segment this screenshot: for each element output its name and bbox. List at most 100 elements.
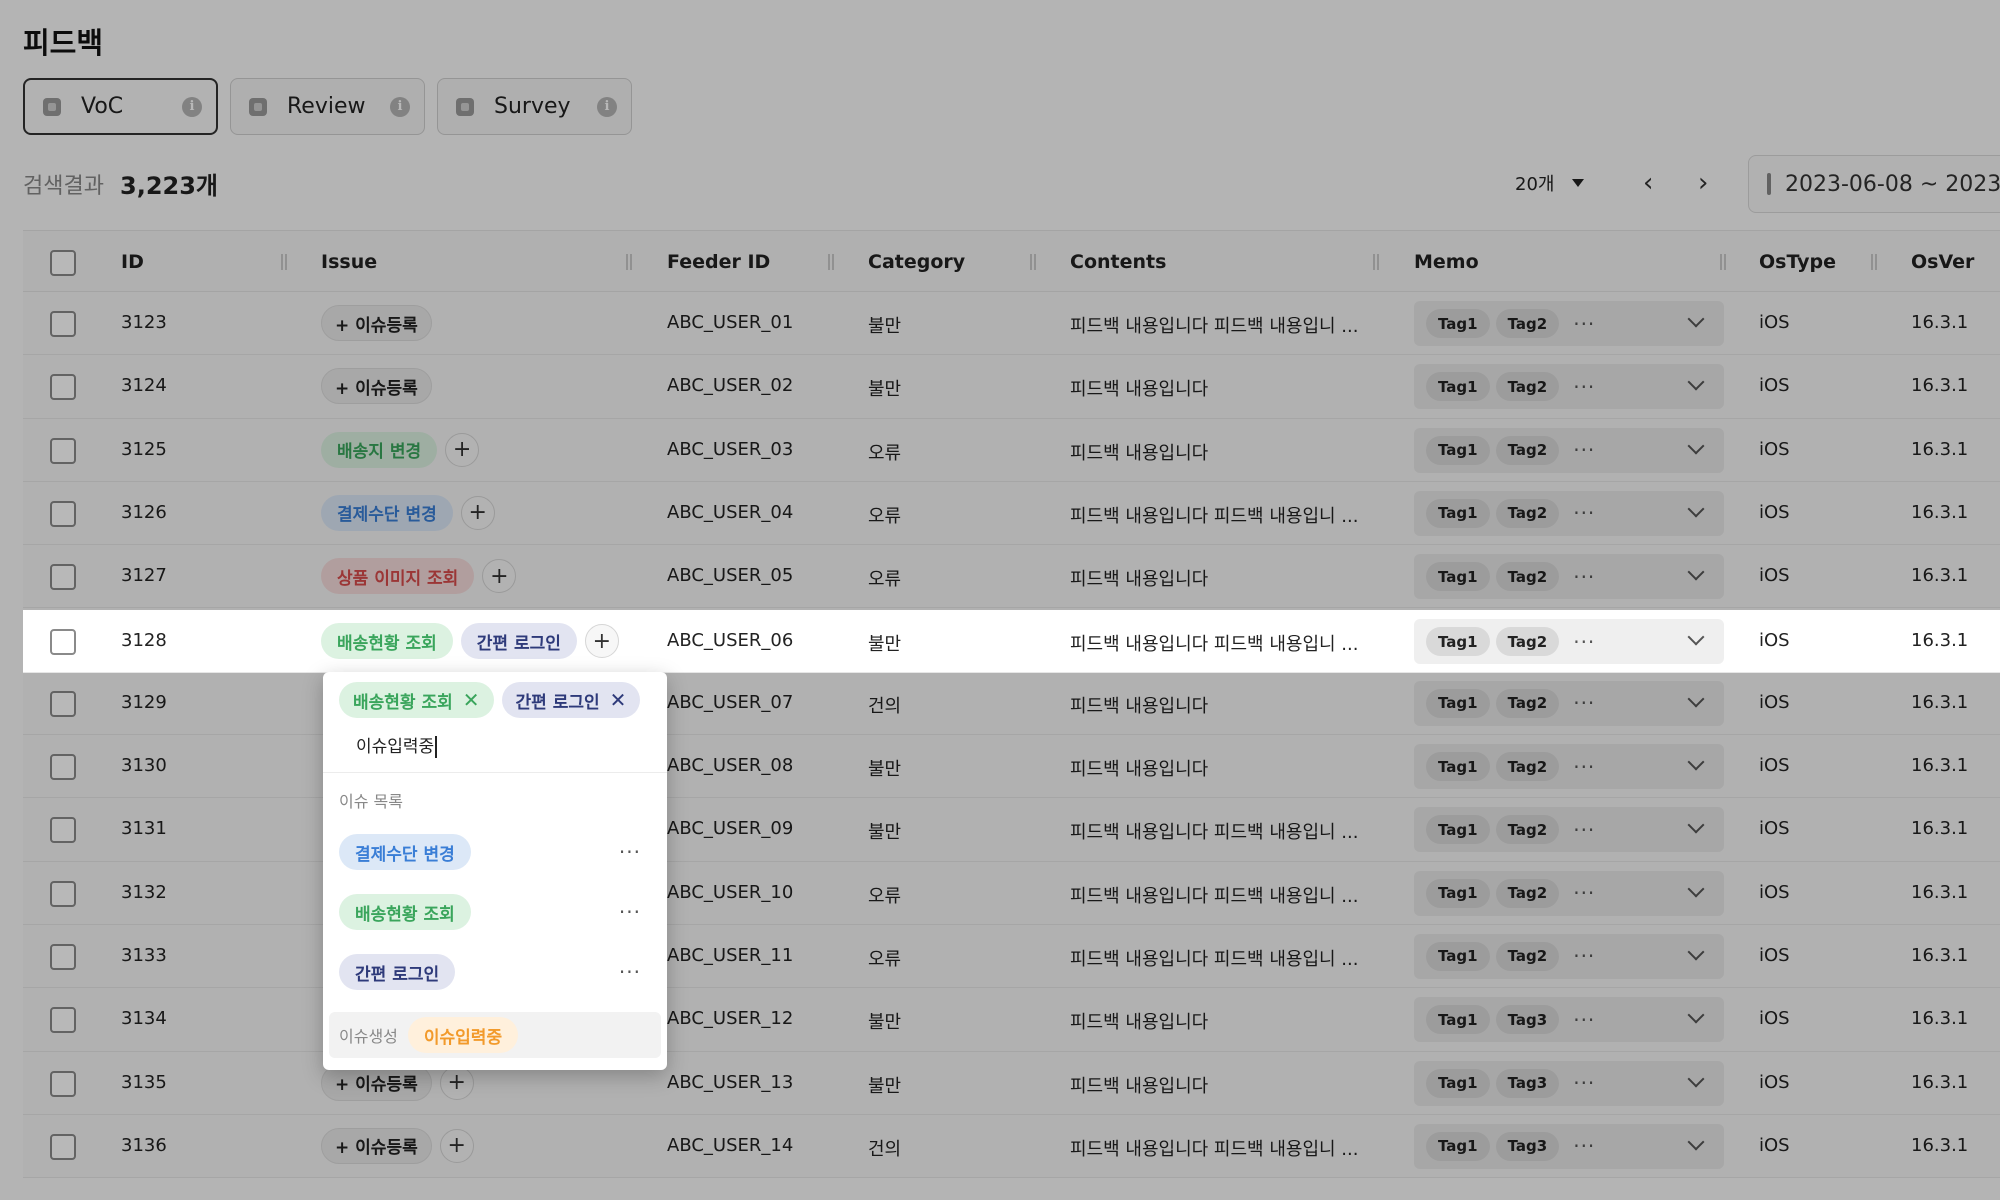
chevron-left-icon[interactable]: ‹ bbox=[1643, 168, 1653, 198]
cell-contents[interactable]: 피드백 내용입니다 피드백 내용입니 ... bbox=[1070, 502, 1358, 528]
date-range-picker[interactable]: 2023-06-08 ~ 2023-06-15 bbox=[1748, 155, 2000, 213]
col-contents[interactable]: Contents bbox=[1070, 251, 1166, 273]
col-memo[interactable]: Memo bbox=[1414, 251, 1479, 273]
row-checkbox[interactable] bbox=[50, 690, 76, 717]
page-size-select[interactable]: 20개 bbox=[1515, 170, 1585, 196]
tab-voc[interactable]: VoC i bbox=[23, 78, 218, 135]
more-icon[interactable]: ··· bbox=[1573, 818, 1595, 842]
table-row[interactable]: 3127 상품 이미지 조회 + ABC_USER_05 오류 피드백 내용입니다 Tag1… bbox=[23, 545, 2000, 609]
more-icon[interactable]: ··· bbox=[1573, 375, 1595, 399]
row-checkbox[interactable] bbox=[50, 564, 76, 591]
table-row[interactable]: 3126 결제수단 변경 + ABC_USER_04 오류 피드백 내용입니다 피드백 내… bbox=[23, 481, 2000, 546]
memo-select[interactable]: Tag1 Tag2 ··· bbox=[1414, 301, 1724, 346]
memo-select[interactable]: Tag1 Tag2 ··· bbox=[1414, 364, 1724, 410]
tab-survey[interactable]: Survey i bbox=[437, 78, 632, 135]
memo-select[interactable]: Tag1 Tag2 ··· bbox=[1414, 807, 1724, 853]
row-checkbox[interactable] bbox=[50, 629, 76, 655]
cell-contents[interactable]: 피드백 내용입니다 피드백 내용입니 ... bbox=[1070, 312, 1358, 338]
row-checkbox[interactable] bbox=[50, 754, 76, 781]
more-icon[interactable]: ··· bbox=[1573, 438, 1595, 462]
select-all-checkbox[interactable] bbox=[50, 250, 76, 276]
chevron-down-icon[interactable] bbox=[1687, 1070, 1705, 1088]
row-checkbox[interactable] bbox=[50, 1070, 76, 1097]
row-checkbox[interactable] bbox=[50, 500, 76, 527]
cell-contents[interactable]: 피드백 내용입니다 피드백 내용입니 ... bbox=[1070, 1135, 1358, 1161]
col-osver[interactable]: OsVer bbox=[1911, 251, 1974, 273]
column-resize-handle[interactable] bbox=[1373, 254, 1379, 270]
cell-contents[interactable]: 피드백 내용입니다 bbox=[1070, 1072, 1208, 1098]
memo-select[interactable]: Tag1 Tag2 ··· bbox=[1414, 680, 1724, 726]
chevron-down-icon[interactable] bbox=[1687, 1006, 1705, 1024]
memo-select[interactable]: Tag1 Tag2 ··· bbox=[1414, 427, 1724, 473]
close-icon[interactable]: ✕ bbox=[610, 688, 627, 712]
col-id[interactable]: ID bbox=[121, 251, 144, 273]
more-icon[interactable]: ··· bbox=[1573, 630, 1595, 654]
issue-option-chip[interactable]: 배송현황 조회 bbox=[339, 894, 471, 930]
cell-contents[interactable]: 피드백 내용입니다 bbox=[1070, 439, 1208, 465]
memo-select[interactable]: Tag1 Tag2 ··· bbox=[1414, 870, 1724, 916]
memo-select[interactable]: Tag1 Tag2 ··· bbox=[1414, 744, 1724, 790]
more-icon[interactable]: ··· bbox=[1573, 755, 1595, 779]
table-row[interactable]: 3125 배송지 변경 + ABC_USER_03 오류 피드백 내용입니다 Tag1 Tag… bbox=[23, 418, 2000, 482]
add-issue-button[interactable]: + bbox=[445, 432, 480, 467]
issue-search-input[interactable]: 이슈입력중 bbox=[356, 732, 438, 758]
row-checkbox[interactable] bbox=[50, 437, 76, 464]
selected-issue-chip[interactable]: 간편 로그인 ✕ bbox=[501, 682, 641, 718]
column-resize-handle[interactable] bbox=[1720, 254, 1726, 270]
chevron-down-icon[interactable] bbox=[1687, 310, 1705, 328]
row-checkbox[interactable] bbox=[50, 374, 76, 401]
table-row[interactable]: 3131 ABC_USER_09 불만 피드백 내용입니다 피드백 내용입니 ... T… bbox=[23, 798, 2000, 862]
memo-select[interactable]: Tag1 Tag2 ··· bbox=[1414, 554, 1724, 600]
issue-option[interactable]: 결제수단 변경 ··· bbox=[339, 834, 651, 870]
column-resize-handle[interactable] bbox=[1030, 254, 1036, 270]
more-icon[interactable]: ··· bbox=[1573, 312, 1595, 336]
more-icon[interactable]: ··· bbox=[1573, 1008, 1595, 1032]
chevron-right-icon[interactable]: › bbox=[1698, 168, 1708, 198]
issue-chip[interactable]: 배송현황 조회 bbox=[321, 623, 453, 659]
add-issue-button[interactable]: + bbox=[482, 559, 517, 594]
issue-chip[interactable]: 간편 로그인 bbox=[460, 623, 577, 659]
more-icon[interactable]: ··· bbox=[619, 900, 641, 924]
memo-select[interactable]: Tag1 Tag3 ··· bbox=[1414, 1060, 1724, 1106]
selected-issue-chip[interactable]: 배송현황 조회 ✕ bbox=[339, 682, 494, 718]
col-feeder-id[interactable]: Feeder ID bbox=[667, 251, 770, 273]
more-icon[interactable]: ··· bbox=[1573, 691, 1595, 715]
more-icon[interactable]: ··· bbox=[1573, 881, 1595, 905]
chevron-down-icon[interactable] bbox=[1687, 753, 1705, 771]
memo-select[interactable]: Tag1 Tag2 ··· bbox=[1414, 490, 1724, 536]
more-icon[interactable]: ··· bbox=[1573, 944, 1595, 968]
table-row[interactable]: 3128 배송현황 조회 간편 로그인 + ABC_USER_06 불만 피드백 내용입니다… bbox=[23, 610, 2000, 673]
info-icon[interactable]: i bbox=[597, 96, 617, 117]
tab-review[interactable]: Review i bbox=[230, 78, 425, 135]
add-issue-button[interactable]: + bbox=[584, 624, 619, 658]
cell-contents[interactable]: 피드백 내용입니다 bbox=[1070, 692, 1208, 718]
issue-chip[interactable]: 결제수단 변경 bbox=[321, 494, 453, 531]
table-row[interactable]: 3129 ABC_USER_07 건의 피드백 내용입니다 Tag1 Tag2 ··· iOS… bbox=[23, 671, 2000, 736]
issue-chip[interactable]: 배송지 변경 bbox=[321, 431, 438, 468]
col-issue[interactable]: Issue bbox=[321, 251, 377, 273]
cell-contents[interactable]: 피드백 내용입니다 bbox=[1070, 1008, 1208, 1034]
issue-option-chip[interactable]: 결제수단 변경 bbox=[339, 834, 471, 870]
column-resize-handle[interactable] bbox=[626, 254, 632, 270]
cell-contents[interactable]: 피드백 내용입니다 bbox=[1070, 565, 1208, 591]
more-icon[interactable]: ··· bbox=[1573, 501, 1595, 525]
table-row[interactable]: 3130 ABC_USER_08 불만 피드백 내용입니다 Tag1 Tag2 ··· iOS… bbox=[23, 735, 2000, 799]
memo-select[interactable]: Tag1 Tag2 ··· bbox=[1414, 933, 1724, 979]
memo-select[interactable]: Tag1 Tag2 ··· bbox=[1414, 619, 1724, 664]
column-resize-handle[interactable] bbox=[828, 254, 834, 270]
add-issue-button[interactable]: + bbox=[460, 495, 495, 530]
table-row[interactable]: 3123 + 이슈등록 ABC_USER_01 불만 피드백 내용입니다 피드백 내용입… bbox=[23, 292, 2000, 356]
chevron-down-icon[interactable] bbox=[1687, 628, 1705, 646]
memo-select[interactable]: Tag1 Tag3 ··· bbox=[1414, 1123, 1724, 1169]
add-issue-button[interactable]: + bbox=[439, 1128, 474, 1163]
row-checkbox[interactable] bbox=[50, 1133, 76, 1160]
more-icon[interactable]: ··· bbox=[1573, 1071, 1595, 1095]
chevron-down-icon[interactable] bbox=[1687, 373, 1705, 391]
more-icon[interactable]: ··· bbox=[619, 840, 641, 864]
more-icon[interactable]: ··· bbox=[619, 960, 641, 984]
info-icon[interactable]: i bbox=[390, 96, 410, 117]
column-resize-handle[interactable] bbox=[281, 254, 287, 270]
info-icon[interactable]: i bbox=[182, 96, 202, 117]
register-issue-button[interactable]: + 이슈등록 bbox=[321, 368, 432, 405]
chevron-down-icon[interactable] bbox=[1687, 563, 1705, 581]
